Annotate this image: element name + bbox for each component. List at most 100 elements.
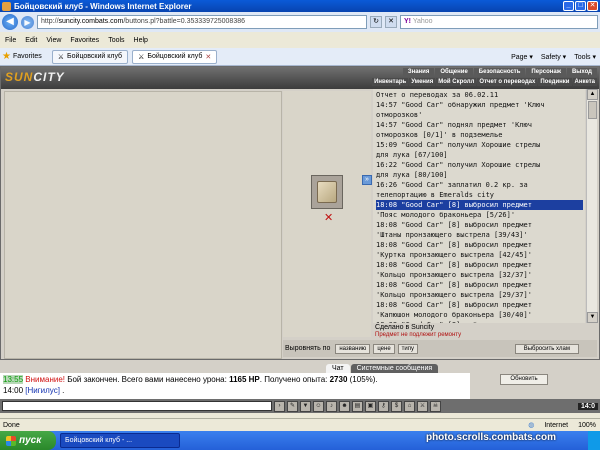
sub-nav: Инвентарь Умения Мой Скролл Отчет о пере… [372,78,597,86]
nav-security[interactable]: Безопасность [473,68,526,76]
search-placeholder: Yahoo [412,18,433,25]
tab-chat[interactable]: Чат [326,364,350,373]
search-input[interactable]: Y! Yahoo [400,15,598,29]
tab-1[interactable]: ⚔ Бойцовский клуб [51,49,129,64]
safety-menu[interactable]: Safety ▾ [541,53,566,61]
command-bar: Page ▾ Safety ▾ Tools ▾ [511,53,600,61]
subnav-inventory[interactable]: Инвентарь [372,78,409,86]
forward-button[interactable]: ▶ [21,15,34,29]
refresh-button[interactable]: Обновить [500,374,548,385]
key-icon[interactable]: ⚷ [378,400,389,412]
scroll-down-icon[interactable]: ▼ [587,312,598,323]
chat-time: 13:55 [3,375,24,384]
dollar-icon[interactable]: $ [391,400,402,412]
favorites-button[interactable]: ★ Favorites [2,51,48,62]
taskbar-item-ie[interactable]: Бойцовский клуб - ... [60,433,180,448]
menu-tools[interactable]: Tools [108,37,124,44]
menu-edit[interactable]: Edit [25,37,37,44]
close-button[interactable]: ✕ [587,1,598,11]
user-icon[interactable]: ☻ [339,400,350,412]
tab-system-messages[interactable]: Системные сообщения [350,364,439,373]
log-line: 'Штаны пронзающего выстрела [39/43]' [376,231,528,239]
menu-help[interactable]: Help [134,37,148,44]
sort-by-name-button[interactable]: названию [335,343,371,354]
sort-by-price-button[interactable]: цене [373,343,395,354]
tab-2[interactable]: ⚔ Бойцовский клуб ✕ [132,49,218,64]
scroll-icon [317,181,337,203]
log-scrollbar[interactable]: ▲ ▼ [586,89,598,323]
book-icon[interactable]: ▤ [352,400,363,412]
game-toolbar: › ✎ ▼ ☺ ♪ ☻ ▤ ▣ ⚷ $ ⌂ ⚔ ☠ 14:0 [0,399,600,413]
chat-nick[interactable]: [Нигилус] [25,386,60,395]
item-panel: ✕ » [283,91,372,337]
skull-icon[interactable]: ☠ [430,400,441,412]
chat-input[interactable] [2,401,272,411]
zone-label: Internet [544,421,569,429]
game-left-panel [4,91,282,359]
window-icon[interactable]: ▣ [365,400,376,412]
fight-icon[interactable]: ⚔ [417,400,428,412]
refresh-icon[interactable]: ↻ [370,16,382,28]
subnav-scroll[interactable]: Мой Скролл [436,78,477,86]
start-button[interactable]: пуск [0,431,56,450]
chat-text: . [59,386,65,395]
chat-tabs: Чат Системные сообщения [0,360,600,373]
smile-icon[interactable]: ☺ [313,400,324,412]
back-button[interactable]: ◀ [2,14,18,30]
delete-icon[interactable]: ✕ [324,211,333,224]
suncity-logo: SUNCITY [5,70,65,84]
maximize-button[interactable]: □ [575,1,586,11]
game-header: SUNCITY Знания Общение Безопасность Перс… [1,67,599,89]
clear-icon[interactable]: ✎ [287,400,298,412]
nav-chat[interactable]: Общение [435,68,473,76]
swords-icon: ⚔ [57,53,65,61]
minimize-button[interactable]: _ [563,1,574,11]
sort-bar: Выровнять по названию цене типу Выбросит… [283,340,597,357]
address-field[interactable]: http://suncity.combats.com/buttons.pl?ba… [37,15,367,29]
log-line: для лука [67/100] [376,151,448,159]
subnav-fights[interactable]: Поединки [538,78,572,86]
log-line: 'Кольцо пронзающего выстрела [29/37]' [376,291,532,299]
address-toolbar: ◀ ▶ http://suncity.combats.com/buttons.p… [0,12,600,32]
filter-icon[interactable]: ▼ [300,400,311,412]
chat-text: (105%). [347,375,378,384]
url-prefix: http:// [41,18,59,25]
page-menu[interactable]: Page ▾ [511,53,533,61]
send-icon[interactable]: › [274,400,285,412]
tab-label: Бойцовский клуб [147,53,203,60]
log-line: 18:08 "Good Car" [8] выбросил предмет [376,261,532,269]
chat-time: 14:00 [3,386,24,395]
log-line: Отчет о переводах за 06.02.11 [376,91,499,99]
subnav-profile[interactable]: Анкета [572,78,597,86]
tools-menu[interactable]: Tools ▾ [574,53,596,61]
scroll-item[interactable] [311,175,343,209]
expand-icon[interactable]: » [362,175,372,185]
sort-by-type-button[interactable]: типу [397,343,419,354]
url-host: suncity.combats.com [58,18,124,25]
home-icon[interactable]: ⌂ [404,400,415,412]
system-tray [588,431,600,450]
scroll-up-icon[interactable]: ▲ [587,89,598,100]
nav-character[interactable]: Персонаж [526,68,566,76]
nav-knowledge[interactable]: Знания [402,68,435,76]
scroll-thumb[interactable] [588,101,597,119]
log-line: отморозков' [376,111,423,119]
music-icon[interactable]: ♪ [326,400,337,412]
zoom-level[interactable]: 100% [578,422,596,429]
chat-hp: 1165 HP [229,375,260,384]
stop-icon[interactable]: ✕ [385,16,397,28]
menu-view[interactable]: View [46,37,61,44]
log-line: 18:08 "Good Car" [8] выбросил предмет [376,221,532,229]
watermark: photo.scrolls.combats.com [425,432,556,443]
log-line: 16:22 "Good Car" получил Хорошие стрелы [376,161,541,169]
menu-file[interactable]: File [5,37,16,44]
throw-junk-button[interactable]: Выбросить хлам [514,343,579,354]
nav-exit[interactable]: Выход [566,68,597,76]
menu-favorites[interactable]: Favorites [70,37,99,44]
subnav-skills[interactable]: Умения [409,78,436,86]
chat-text: . Получено опыта: [259,375,330,384]
chat-messages: 13:55 Внимание! Бой закончен. Всего вами… [0,373,470,399]
log-line: телепортацию в Emeralds city [376,191,495,199]
subnav-transfers[interactable]: Отчет о переводах [477,78,538,86]
close-tab-icon[interactable]: ✕ [205,53,211,61]
